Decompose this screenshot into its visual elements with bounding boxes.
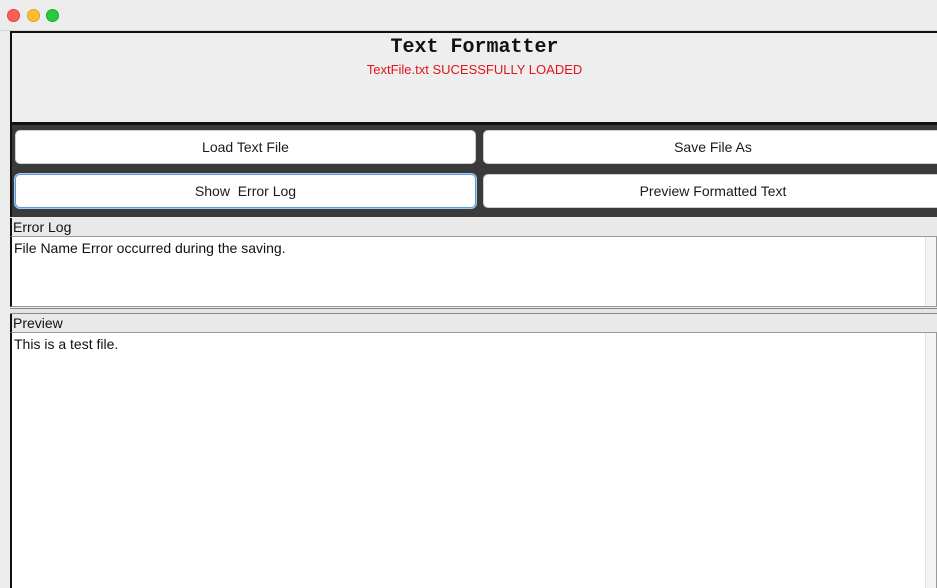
preview-label: Preview: [10, 314, 937, 332]
preview-formatted-text-button[interactable]: Preview Formatted Text: [483, 174, 937, 208]
error-log-textarea[interactable]: File Name Error occurred during the savi…: [10, 236, 937, 307]
status-message: TextFile.txt SUCESSFULLY LOADED: [366, 62, 583, 77]
maximize-window-icon[interactable]: [46, 9, 59, 22]
title-bar: [0, 0, 937, 31]
preview-scrollbar[interactable]: [925, 333, 936, 588]
app-title: Text Formatter: [390, 36, 559, 59]
app-window: Text Formatter TextFile.txt SUCESSFULLY …: [0, 0, 937, 588]
save-file-as-button[interactable]: Save File As: [483, 130, 937, 164]
minimize-window-icon[interactable]: [27, 9, 40, 22]
button-panel: Load Text File Save File As Show Error L…: [10, 122, 937, 217]
header-panel: Text Formatter TextFile.txt SUCESSFULLY …: [10, 31, 937, 122]
close-window-icon[interactable]: [7, 9, 20, 22]
preview-content: This is a test file.: [14, 336, 119, 352]
error-log-content: File Name Error occurred during the savi…: [14, 240, 286, 256]
show-error-log-button[interactable]: Show Error Log: [15, 174, 476, 208]
load-text-file-button[interactable]: Load Text File: [15, 130, 476, 164]
error-log-scrollbar[interactable]: [925, 237, 936, 306]
error-log-label: Error Log: [10, 218, 937, 236]
preview-textarea[interactable]: This is a test file.: [10, 332, 937, 588]
